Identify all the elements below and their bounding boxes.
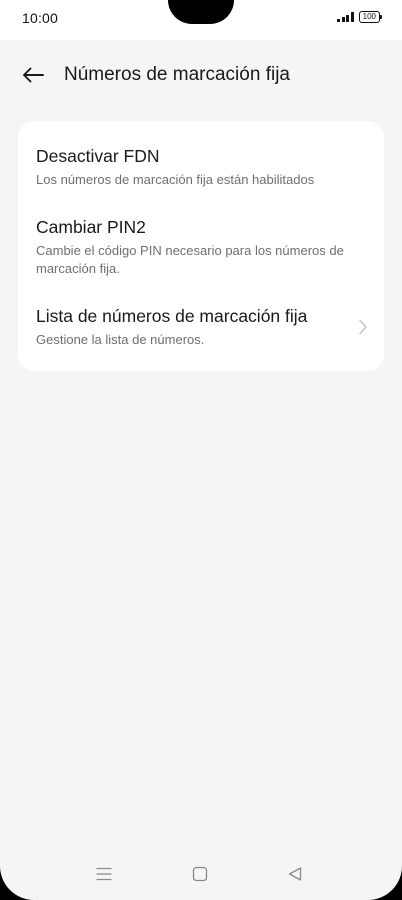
phone-screen: 10:00 100 Números de marcación fija Desa… [0,0,402,900]
navigation-bar [0,848,402,900]
app-header: Números de marcación fija [0,58,402,92]
chevron-right-icon [359,319,367,335]
setting-item-title: Desactivar FDN [36,146,160,166]
arrow-left-icon [23,67,44,83]
setting-item-subtitle: Gestione la lista de números. [36,332,205,347]
setting-item-title: Cambiar PIN2 [36,217,146,237]
square-icon [192,866,208,882]
settings-card: Desactivar FDN Los números de marcación … [18,121,384,371]
setting-item-disable-fdn[interactable]: Desactivar FDN Los números de marcación … [18,145,384,189]
setting-item-subtitle: Cambie el código PIN necesario para los … [36,243,344,276]
nav-back-button[interactable] [281,862,309,886]
triangle-back-icon [288,867,302,881]
setting-item-subtitle: Los números de marcación fija están habi… [36,172,315,187]
battery-icon: 100 [358,11,383,23]
nav-home-button[interactable] [186,862,214,886]
status-bar: 10:00 100 [0,0,402,40]
status-time: 10:00 [22,10,59,26]
page-title: Números de marcación fija [64,64,290,85]
setting-item-title: Lista de números de marcación fija [36,306,308,326]
signal-icon [337,12,354,22]
nav-menu-button[interactable] [90,862,118,886]
camera-notch [168,0,234,24]
setting-item-fdn-list[interactable]: Lista de números de marcación fija Gesti… [18,305,384,349]
back-button[interactable] [22,58,66,92]
battery-level: 100 [362,12,376,21]
setting-item-change-pin2[interactable]: Cambiar PIN2 Cambie el código PIN necesa… [18,216,384,278]
menu-icon [96,867,112,881]
status-icons: 100 [337,11,383,23]
